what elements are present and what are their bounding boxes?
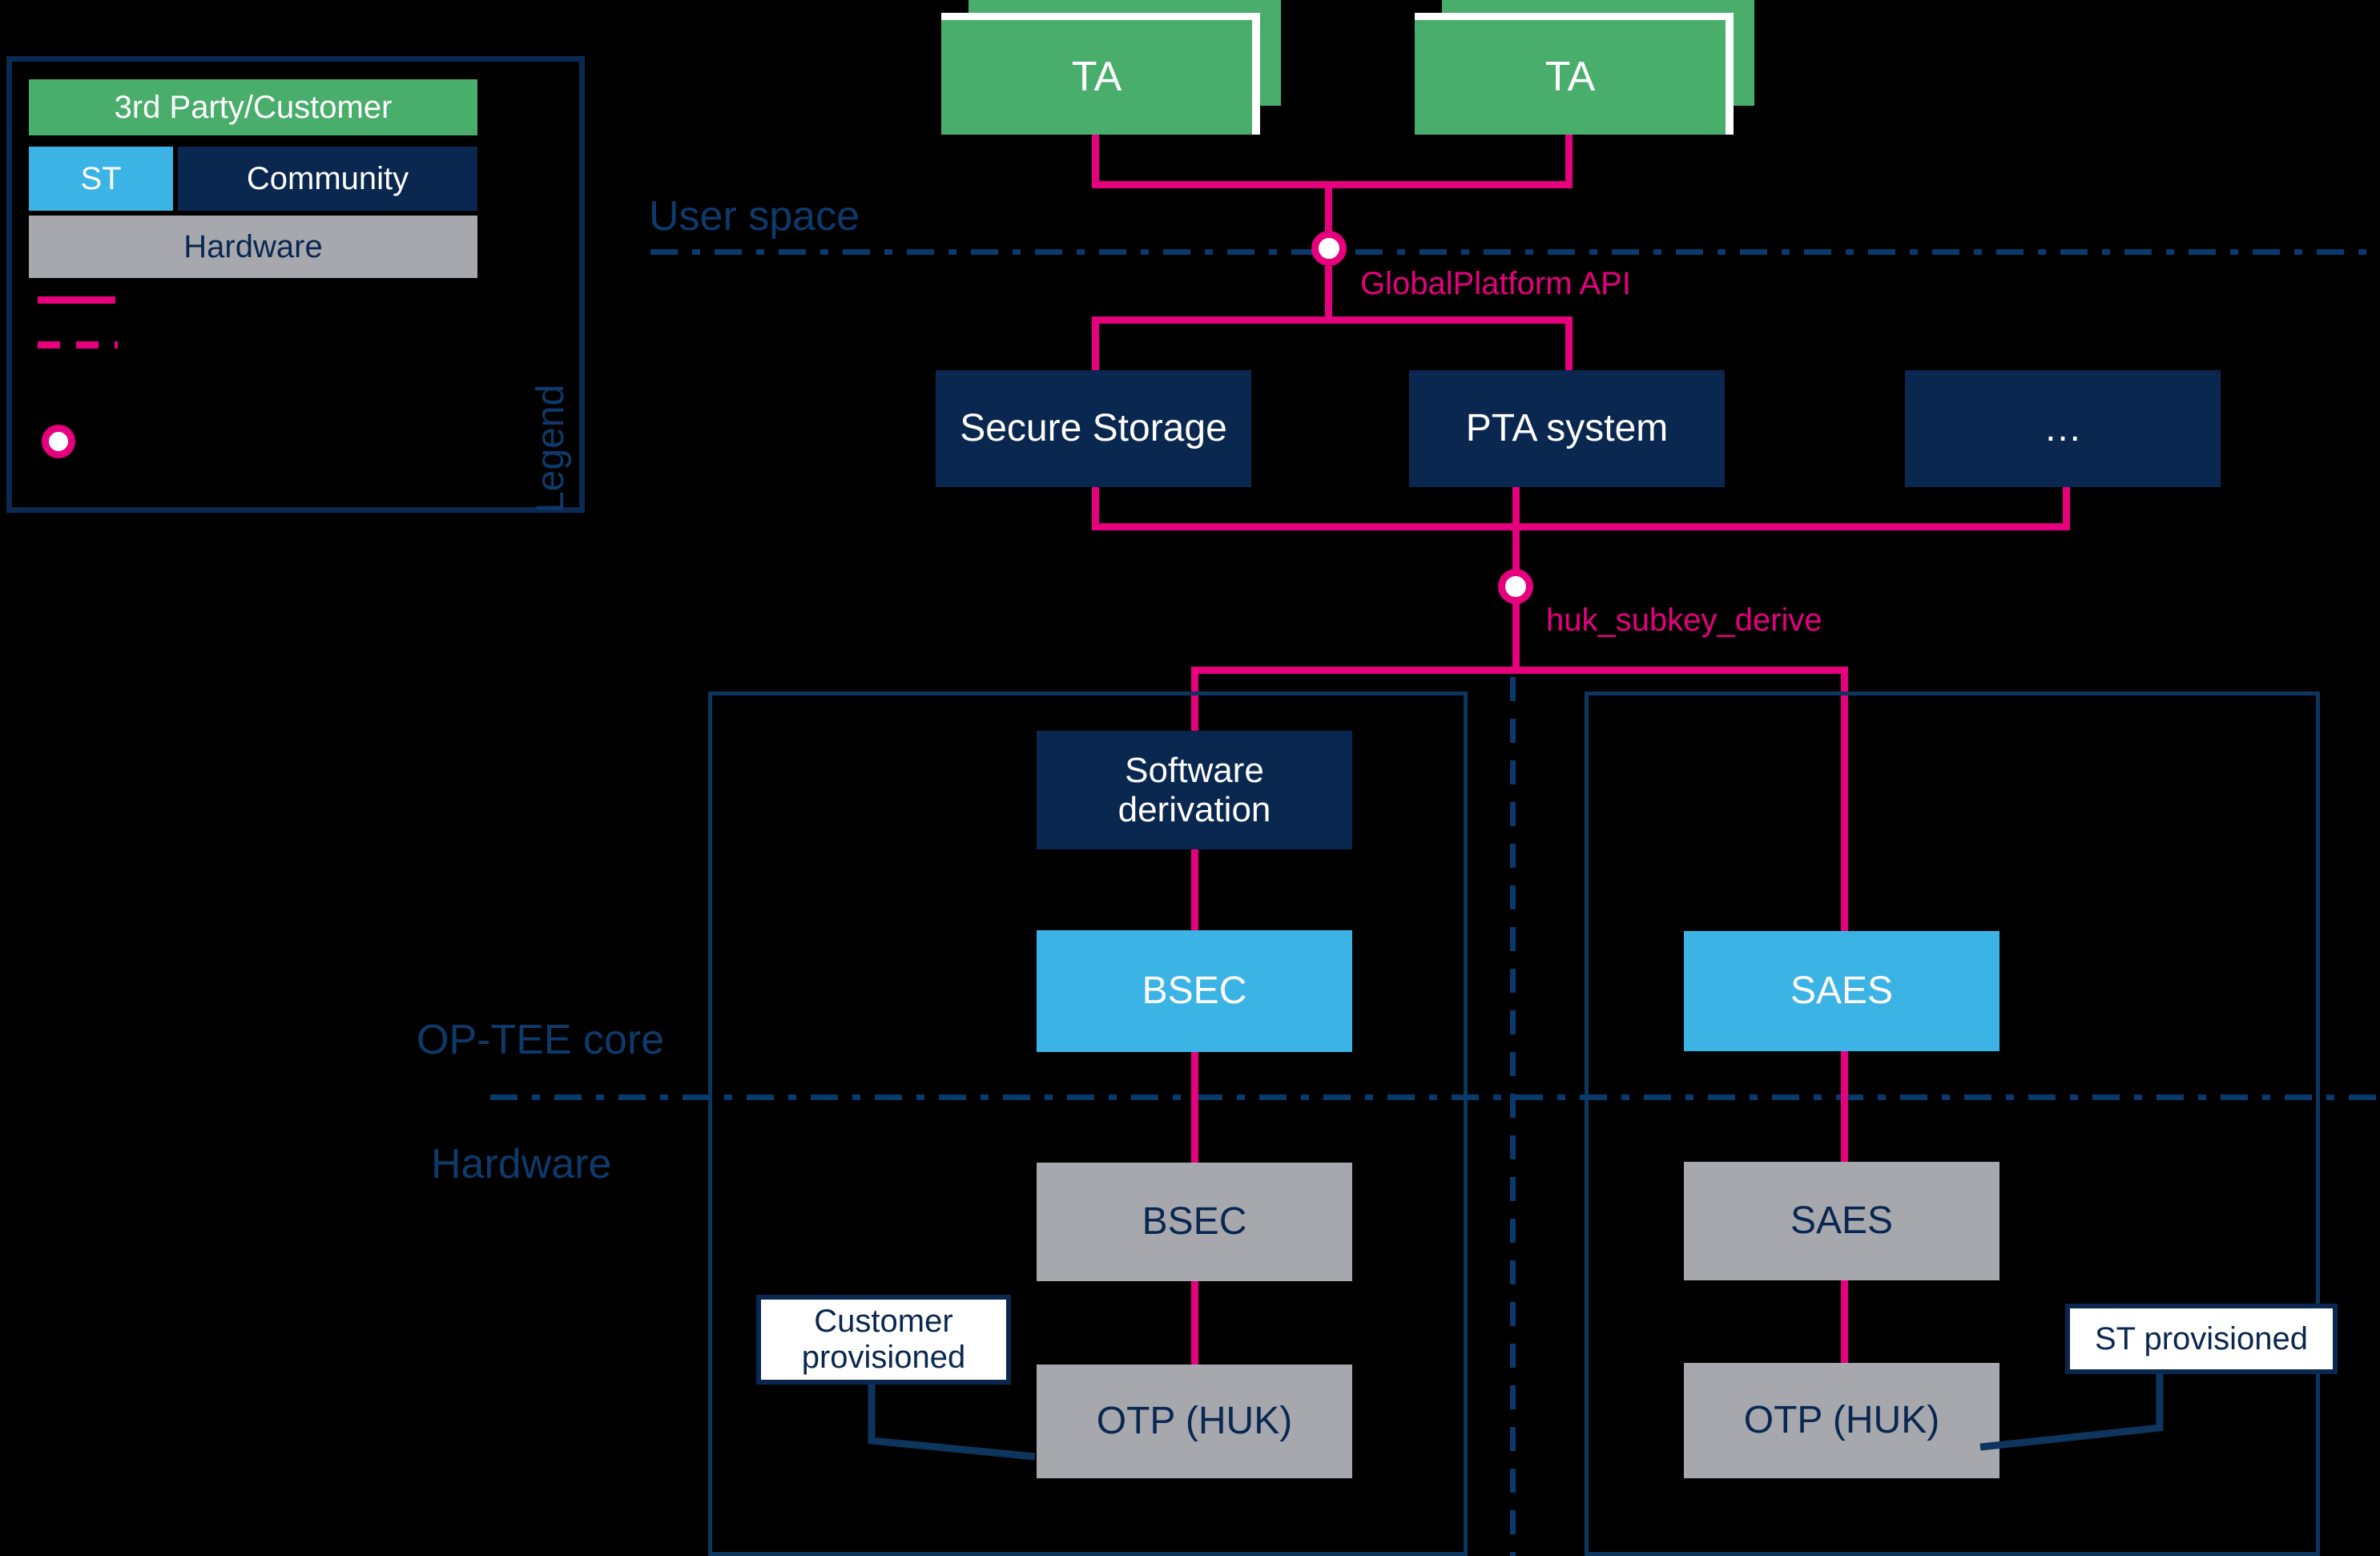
bsec-core-label: BSEC [1142, 969, 1247, 1013]
legend-swatch-community: Community [178, 147, 477, 211]
globalplatform-api-label: GlobalPlatform API [1360, 266, 1631, 301]
st-provisioned-label: ST provisioned [2094, 1320, 2309, 1356]
connector-huk-split-bus [1191, 667, 1848, 674]
layer-label-hardware: Hardware [431, 1141, 612, 1187]
legend-title-wrap: Legend [529, 385, 572, 521]
legend-swatch-st-label: ST [80, 160, 122, 196]
legend-dashed-line-sample [38, 341, 118, 349]
st-provisioned-leader-line [1979, 1373, 2164, 1451]
region-divider-dashed [1510, 677, 1516, 1556]
connector-bus-to-pta-system [1565, 316, 1573, 373]
legend-solid-line-sample [38, 296, 115, 304]
connector-services-bus-to-huk-node [1512, 523, 1520, 575]
customer-provisioned-leader-line [868, 1385, 1036, 1461]
bsec-hardware-box[interactable]: BSEC [1037, 1163, 1352, 1281]
customer-provisioned-line1: Customer [814, 1304, 953, 1340]
pta-system-label: PTA system [1465, 407, 1669, 450]
legend-swatch-3rd-party-label: 3rd Party/Customer [114, 89, 393, 125]
connector-saes-core-to-hw [1841, 1051, 1848, 1162]
more-services-label: … [2044, 407, 2082, 450]
saes-hardware-label: SAES [1790, 1199, 1894, 1243]
connector-ta-bus [1092, 181, 1573, 188]
connector-services-bus [1092, 523, 2070, 530]
bsec-core-box[interactable]: BSEC [1037, 930, 1352, 1052]
diagram-canvas: 3rd Party/Customer ST Community Hardware… [0, 0, 2380, 1556]
secure-storage-label: Secure Storage [960, 407, 1227, 450]
connector-huk-node-down [1512, 603, 1520, 667]
saes-core-box[interactable]: SAES [1684, 931, 1999, 1051]
connector-api-node-down [1325, 266, 1332, 316]
legend-title: Legend [530, 384, 572, 513]
connector-softwarederivation-to-bsec [1191, 849, 1198, 930]
separator-optee-hardware [490, 1094, 2380, 1100]
legend-node-sample [42, 425, 75, 458]
saes-core-label: SAES [1790, 969, 1894, 1013]
legend-swatch-st: ST [29, 147, 173, 211]
secure-storage-box[interactable]: Secure Storage [936, 370, 1251, 487]
customer-provisioned-callout: Customer provisioned [756, 1295, 1011, 1385]
ta-right-label: TA [1544, 54, 1596, 101]
connector-bus-to-secure-storage [1092, 316, 1099, 373]
connector-secure-storage-down [1092, 487, 1099, 523]
ta-left-label: TA [1071, 54, 1122, 101]
bsec-hardware-label: BSEC [1142, 1200, 1247, 1244]
connector-more-services-down [2063, 487, 2070, 523]
otp-huk-right-box[interactable]: OTP (HUK) [1684, 1363, 1999, 1478]
connector-api-bus [1092, 316, 1573, 324]
software-derivation-label-line2: derivation [1118, 790, 1271, 829]
huk-subkey-derive-node[interactable] [1498, 569, 1533, 604]
separator-user-space [650, 249, 2380, 255]
connector-ta-right-down [1565, 135, 1573, 181]
legend-swatch-community-label: Community [246, 160, 409, 196]
software-derivation-label-line1: Software [1125, 750, 1264, 790]
legend-swatch-hardware: Hardware [29, 216, 477, 278]
ta-right[interactable]: TA [1415, 20, 1726, 135]
software-derivation-box[interactable]: Software derivation [1037, 731, 1352, 849]
otp-huk-right-label: OTP (HUK) [1743, 1399, 1940, 1442]
layer-label-user-space: User space [649, 193, 860, 240]
legend-swatch-3rd-party: 3rd Party/Customer [29, 79, 477, 135]
connector-ta-left-down [1092, 135, 1099, 181]
ta-left[interactable]: TA [941, 20, 1252, 135]
saes-hardware-box[interactable]: SAES [1684, 1162, 1999, 1280]
layer-label-optee-core: OP-TEE core [417, 1017, 665, 1063]
huk-subkey-derive-label: huk_subkey_derive [1546, 603, 1822, 638]
connector-bsec-core-to-hw [1191, 1052, 1198, 1164]
globalplatform-api-node[interactable] [1311, 231, 1347, 266]
pta-system-box[interactable]: PTA system [1409, 370, 1725, 487]
legend-swatch-hardware-label: Hardware [183, 228, 323, 264]
connector-pta-system-down [1512, 487, 1520, 523]
st-provisioned-callout: ST provisioned [2065, 1304, 2338, 1374]
otp-huk-left-label: OTP (HUK) [1096, 1400, 1293, 1443]
more-services-box[interactable]: … [1905, 370, 2221, 487]
customer-provisioned-line2: provisioned [801, 1340, 966, 1375]
